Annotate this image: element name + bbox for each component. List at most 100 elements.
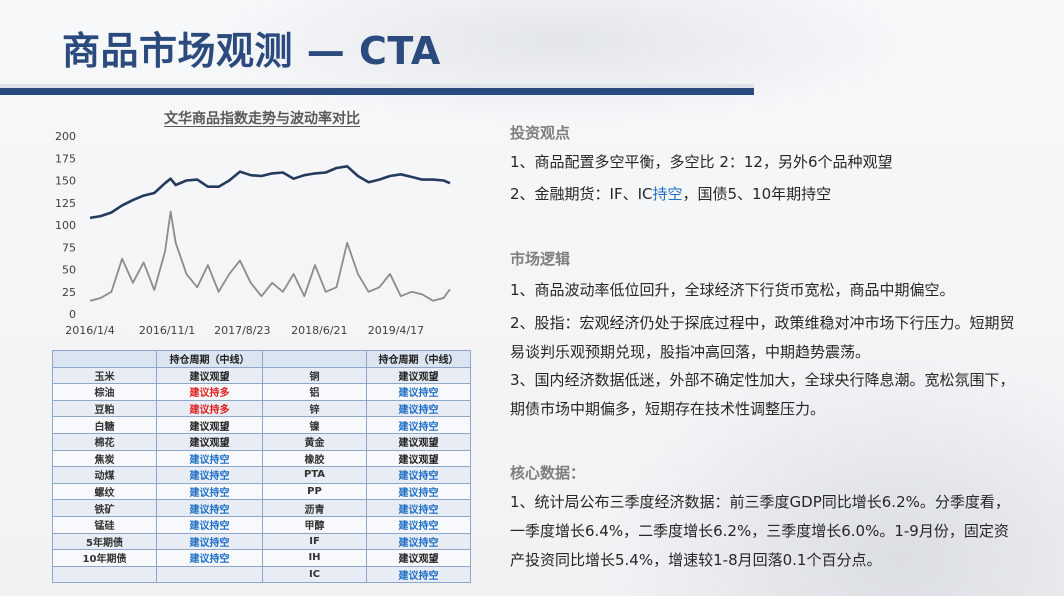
table-row: 棉花 建议观望 黄金 建议观望	[52, 432, 471, 451]
recommendation-cell: 建议观望	[366, 366, 471, 385]
table-header-cell	[52, 350, 157, 368]
y-tick-label: 175	[55, 152, 76, 165]
view-item-1: 1、商品配置多空平衡，多空比 2：12，另外6个品种观望	[510, 153, 893, 171]
recommendation-cell: 建议持空	[156, 532, 263, 551]
x-tick-label: 2016/1/4	[65, 324, 114, 337]
commodity-name-cell: PP	[262, 482, 367, 501]
commodity-name-cell: 棕油	[52, 383, 157, 401]
table-header-cell: 持仓周期（中线）	[156, 350, 263, 368]
commodity-name-cell: IH	[262, 549, 367, 567]
recommendation-cell: 建议观望	[366, 432, 471, 451]
view-item-2-pre: 2、金融期货：IF、IC	[510, 185, 653, 203]
table-row: IC 建议持空	[52, 565, 471, 584]
table-row: 棕油 建议持多铝建议持空	[52, 383, 471, 401]
y-tick-label: 150	[55, 175, 76, 188]
commodity-name-cell: 沥青	[262, 499, 367, 517]
recommendation-cell: 建议持空	[156, 515, 263, 534]
table-row: 10年期债 建议持空 IH 建议观望	[52, 549, 471, 567]
chart-title: 文华商品指数走势与波动率对比	[164, 111, 360, 127]
table-row: 焦炭 建议持空 橡胶 建议观望	[52, 449, 471, 468]
chart-svg: 200 175 150 125 100 75 50 25 0 2016/1/4 2016/11/1 2…	[55, 130, 451, 337]
x-tick-label: 2016/11/1	[139, 324, 195, 337]
commodity-name-cell: 螺纹	[52, 482, 157, 501]
recommendation-cell: 建议持空	[366, 499, 471, 517]
view-item-2: 2、金融期货：IF、IC持空，国债5、10年期持空	[510, 180, 1015, 209]
commodity-name-cell: 动煤	[52, 466, 157, 484]
y-tick-label: 0	[69, 308, 76, 321]
commodity-name-cell	[52, 565, 157, 584]
commodity-name-cell: 镍	[262, 416, 367, 434]
page-title: 商品市场观测 — CTA	[62, 29, 441, 73]
recommendation-cell: 建议持空	[156, 466, 263, 484]
table-row: 豆粕 建议持多锌建议持空	[52, 399, 471, 418]
commodity-name-cell: 白糖	[52, 416, 157, 434]
recommendation-cell: 建议持空	[366, 532, 471, 551]
y-tick-label: 75	[62, 241, 76, 254]
table-row: 动煤 建议持空 PTA 建议持空	[52, 466, 471, 484]
commodity-name-cell: 黄金	[262, 432, 367, 451]
commodity-name-cell: IF	[262, 532, 367, 551]
commodity-name-cell: 焦炭	[52, 449, 157, 468]
view-item-2-highlight: 持空	[652, 185, 683, 203]
y-tick-label: 50	[62, 264, 76, 277]
commodity-name-cell: 5年期债	[52, 532, 157, 551]
recommendation-cell: 建议持空	[156, 499, 263, 517]
recommendation-cell: 建议持空	[366, 565, 471, 584]
recommendation-cell: 建议观望	[366, 549, 471, 567]
y-tick-label: 125	[55, 197, 76, 210]
logic-item-3: 3、国内经济数据低迷，外部不确定性加大，全球央行降息潮。宽松氛围下，期债市场中期…	[510, 371, 1015, 418]
x-tick-label: 2018/6/21	[291, 324, 347, 337]
recommendation-cell: 建议观望	[156, 366, 263, 385]
table-header-row: 持仓周期（中线） 持仓周期（中线）	[52, 350, 471, 368]
recommendation-cell: 建议观望	[156, 416, 263, 434]
commodity-name-cell: 铝	[262, 383, 367, 401]
core-item-1: 1、统计局公布三季度经济数据：前三季度GDP同比增长6.2%。分季度看，一季度增…	[510, 493, 1010, 569]
commodity-name-cell: 豆粕	[52, 399, 157, 418]
table-row: 玉米 建议观望铜建议观望	[52, 366, 471, 385]
commodity-name-cell: 锰硅	[52, 515, 157, 534]
view-item-2-post: ，国债5、10年期持空	[682, 185, 832, 203]
commodity-name-cell: 玉米	[52, 366, 157, 385]
table-row: 锰硅 建议持空 甲醇 建议持空	[52, 515, 471, 534]
commodity-name-cell: 锌	[262, 399, 367, 418]
y-tick-label: 200	[55, 130, 76, 143]
table-row: 铁矿 建议持空 沥青 建议持空	[52, 499, 471, 517]
logic-item-1: 1、商品波动率低位回升，全球经济下行货币宽松，商品中期偏空。	[510, 281, 955, 299]
y-tick-label: 25	[62, 286, 76, 299]
x-tick-label: 2017/8/23	[214, 324, 270, 337]
logic-heading: 市场逻辑	[510, 250, 571, 268]
recommendation-cell: 建议持多	[156, 399, 263, 418]
table-header-cell: 持仓周期（中线）	[366, 350, 471, 368]
position-table: 持仓周期（中线） 持仓周期（中线） 玉米 建议观望铜建议观望 棕油 建议持多铝建议持空…	[52, 350, 471, 584]
recommendation-cell: 建议观望	[156, 432, 263, 451]
commodity-name-cell: 铜	[262, 366, 367, 385]
title-underline	[0, 88, 754, 95]
recommendation-cell: 建议持空	[366, 515, 471, 534]
commodity-name-cell: IC	[262, 565, 367, 584]
table-row: 螺纹 建议持空 PP 建议持空	[52, 482, 471, 501]
commodity-name-cell: PTA	[262, 466, 367, 484]
recommendation-cell: 建议持空	[156, 549, 263, 567]
table-header-cell	[262, 350, 367, 368]
table-row: 5年期债 建议持空 IF 建议持空	[52, 532, 471, 551]
volatility-line	[89, 210, 451, 302]
view-heading: 投资观点	[510, 124, 571, 142]
logic-item-2: 2、股指：宏观经济仍处于探底过程中，政策维稳对冲市场下行压力。短期贸易谈判乐观预…	[510, 314, 1015, 361]
commodity-name-cell: 铁矿	[52, 499, 157, 517]
recommendation-cell: 建议持空	[366, 399, 471, 418]
recommendation-cell: 建议持空	[366, 383, 471, 401]
recommendation-cell: 建议持空	[156, 482, 263, 501]
index-line	[89, 164, 451, 220]
recommendation-cell: 建议持多	[156, 383, 263, 401]
index-chart: 200 175 150 125 100 75 50 25 0 2016/1/4 2016/11/1 2…	[40, 108, 480, 340]
x-tick-label: 2019/4/17	[368, 324, 424, 337]
commodity-name-cell: 棉花	[52, 432, 157, 451]
commodity-name-cell: 甲醇	[262, 515, 367, 534]
core-heading: 核心数据：	[510, 464, 586, 482]
recommendation-cell: 建议持空	[366, 416, 471, 434]
recommendation-cell	[156, 565, 263, 584]
commodity-name-cell: 10年期债	[52, 549, 157, 567]
recommendation-cell: 建议观望	[366, 449, 471, 468]
recommendation-cell: 建议持空	[156, 449, 263, 468]
commodity-name-cell: 橡胶	[262, 449, 367, 468]
